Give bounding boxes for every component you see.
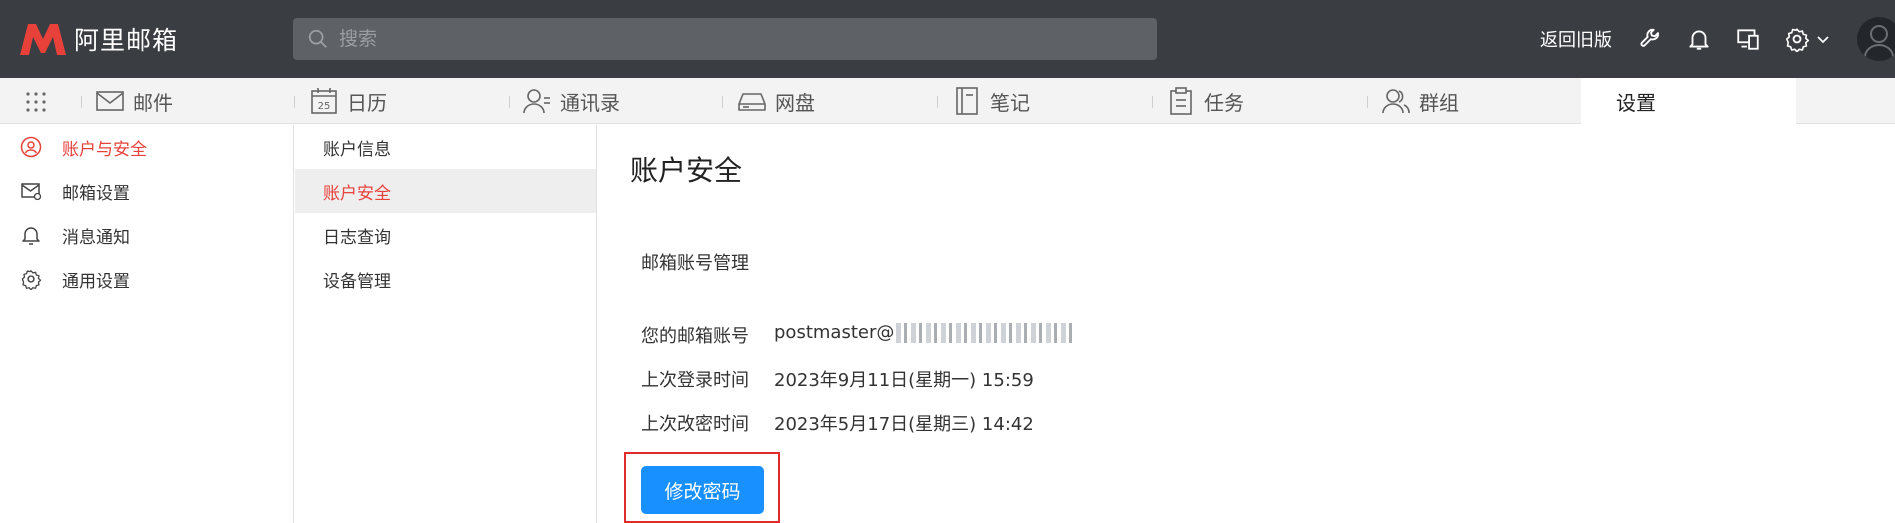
logo-text: 阿里邮箱: [74, 26, 179, 55]
nav-calendar-label: 日历: [347, 90, 387, 115]
section-title: 邮箱账号管理: [641, 253, 749, 274]
info-label: 您的邮箱账号: [641, 326, 749, 347]
nav-divider: [722, 96, 723, 108]
notes-icon: [956, 87, 978, 115]
email-account-text: postmaster@: [774, 322, 895, 343]
settings-sidebar: 账户与安全 邮箱设置 消息通知 通用设置: [0, 125, 294, 523]
nav-divider: [509, 96, 510, 108]
sidebar-item-general-settings[interactable]: 通用设置: [0, 257, 294, 301]
app-grid-icon[interactable]: [24, 90, 48, 114]
nav-notes-label: 笔记: [990, 90, 1030, 115]
nav-calendar[interactable]: 25 日历: [309, 78, 387, 124]
sidebar-item-label: 邮箱设置: [62, 183, 130, 204]
user-icon: [20, 136, 42, 158]
submenu-item-account-security[interactable]: 账户安全: [295, 169, 596, 213]
bell-icon[interactable]: [1686, 26, 1712, 52]
gear-icon: [21, 270, 42, 290]
submenu-item-log-query[interactable]: 日志查询: [295, 213, 596, 257]
nav-contacts[interactable]: 通讯录: [522, 78, 620, 124]
wrench-icon[interactable]: [1638, 26, 1664, 52]
drive-icon: [738, 93, 766, 111]
nav-divider: [1152, 96, 1153, 108]
aliyun-mail-logo-icon: [20, 24, 66, 55]
page-title: 账户安全: [630, 154, 743, 187]
calendar-icon: 25: [311, 88, 337, 114]
nav-divider: [1367, 96, 1368, 108]
gear-icon[interactable]: [1784, 26, 1810, 52]
nav-settings-label: 设置: [1616, 90, 1656, 115]
settings-submenu: 账户信息 账户安全 日志查询 设备管理: [295, 125, 597, 523]
mail-settings-icon: [21, 183, 42, 201]
last-password-change-value: 2023年5月17日(星期三) 14:42: [774, 414, 1034, 435]
nav-divider: [81, 96, 82, 108]
submenu-item-device-management[interactable]: 设备管理: [295, 257, 596, 301]
change-password-button[interactable]: 修改密码: [641, 466, 764, 514]
nav-tasks-label: 任务: [1204, 90, 1244, 115]
return-old-version-link[interactable]: 返回旧版: [1540, 0, 1612, 78]
nav-settings[interactable]: 设置: [1581, 78, 1796, 124]
avatar-user-icon: [1864, 25, 1894, 58]
email-account-value: postmaster@: [774, 322, 1073, 348]
logo[interactable]: 阿里邮箱: [18, 20, 178, 58]
sidebar-item-account-security[interactable]: 账户与安全: [0, 125, 294, 169]
search-box[interactable]: [293, 18, 1157, 60]
bell-icon: [22, 227, 40, 245]
nav-mail[interactable]: 邮件: [95, 78, 173, 124]
contacts-icon: [523, 89, 550, 114]
group-icon: [1382, 89, 1410, 114]
info-label: 上次登录时间: [641, 370, 749, 391]
nav-divider: [294, 96, 295, 108]
chevron-down-icon[interactable]: [1815, 26, 1831, 52]
account-security-panel: 账户安全 邮箱账号管理 您的邮箱账号 postmaster@ 上次登录时间 20…: [598, 125, 1895, 523]
mail-icon: [96, 91, 124, 111]
nav-group[interactable]: 群组: [1381, 78, 1459, 124]
search-input[interactable]: [339, 28, 1119, 50]
avatar[interactable]: [1857, 17, 1895, 61]
sidebar-item-mailbox-settings[interactable]: 邮箱设置: [0, 169, 294, 213]
info-row-last-login: 上次登录时间 2023年9月11日(星期一) 15:59: [641, 366, 1034, 392]
info-row-last-password-change: 上次改密时间 2023年5月17日(星期三) 14:42: [641, 410, 1034, 436]
submenu-item-account-info[interactable]: 账户信息: [295, 125, 596, 169]
sidebar-item-label: 消息通知: [62, 227, 130, 248]
sidebar-item-label: 账户与安全: [62, 139, 147, 160]
redacted-domain: [896, 323, 1073, 343]
devices-icon[interactable]: [1735, 26, 1761, 52]
search-icon: [308, 29, 327, 48]
top-bar: 阿里邮箱 返回旧版: [0, 0, 1895, 78]
nav-tasks[interactable]: 任务: [1166, 78, 1244, 124]
nav-drive-label: 网盘: [775, 90, 815, 115]
nav-divider: [937, 96, 938, 108]
sidebar-item-notifications[interactable]: 消息通知: [0, 213, 294, 257]
nav-group-label: 群组: [1419, 90, 1459, 115]
calendar-icon-day: 25: [318, 101, 331, 112]
tasks-icon: [1170, 87, 1192, 115]
info-label: 上次改密时间: [641, 414, 749, 435]
nav-drive[interactable]: 网盘: [737, 78, 815, 124]
nav-notes[interactable]: 笔记: [952, 78, 1030, 124]
nav-contacts-label: 通讯录: [560, 90, 620, 115]
sidebar-item-label: 通用设置: [62, 271, 130, 292]
info-row-account: 您的邮箱账号 postmaster@: [641, 322, 1073, 348]
last-login-value: 2023年9月11日(星期一) 15:59: [774, 370, 1034, 391]
module-nav: 邮件 25 日历 通讯录 网盘 笔记 任务 群组 设置: [0, 78, 1895, 124]
nav-mail-label: 邮件: [133, 90, 173, 115]
